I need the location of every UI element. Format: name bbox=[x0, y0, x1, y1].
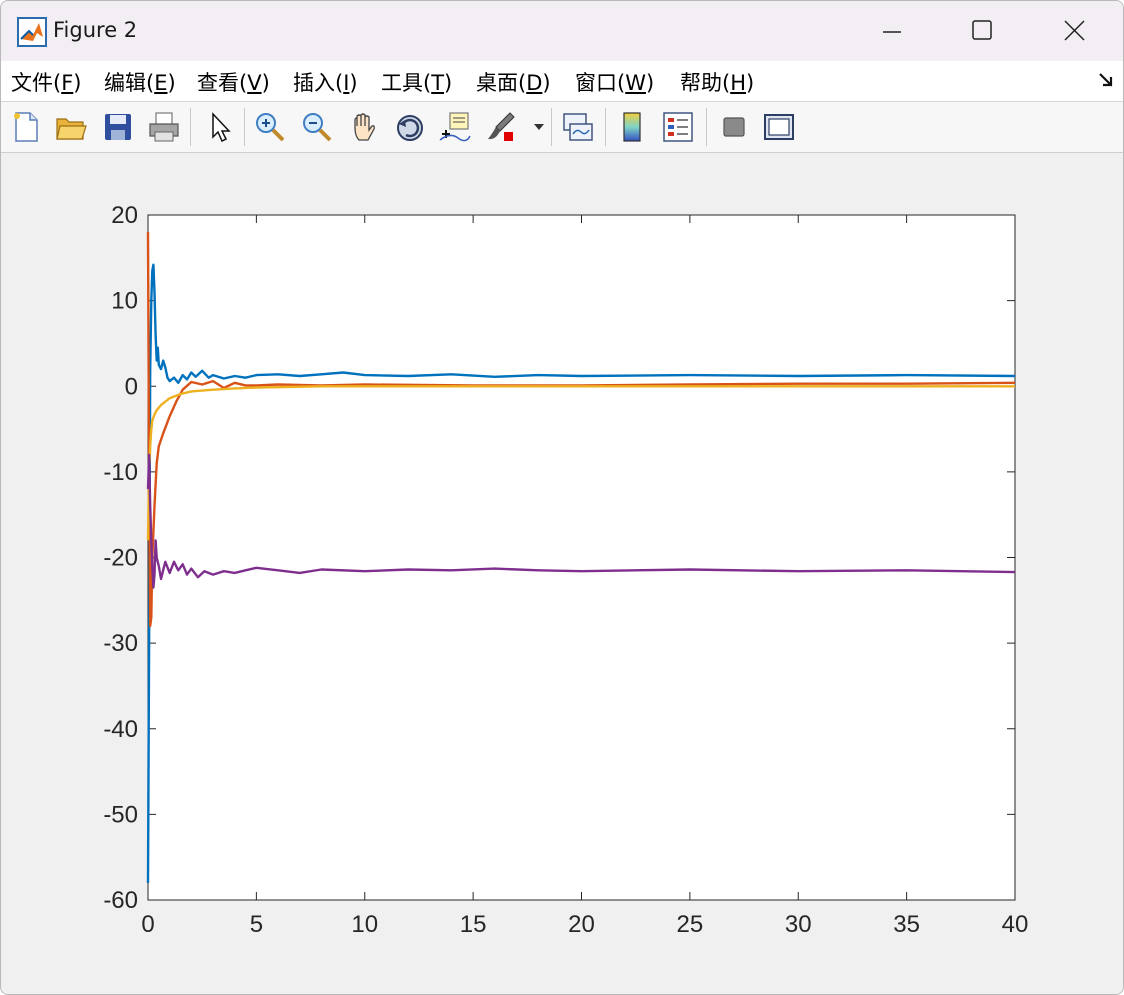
y-tick-label: -60 bbox=[103, 887, 138, 914]
undock-arrow-icon[interactable] bbox=[1097, 71, 1115, 89]
minimize-button[interactable] bbox=[869, 9, 915, 53]
menu-edit[interactable]: 编辑(E) bbox=[104, 67, 176, 97]
y-tick-label: -20 bbox=[103, 545, 138, 572]
link-plot-icon[interactable] bbox=[561, 110, 595, 144]
x-tick-label: 25 bbox=[677, 911, 704, 938]
window-title: Figure 2 bbox=[53, 18, 138, 42]
menu-window[interactable]: 窗口(W) bbox=[575, 67, 654, 97]
print-icon[interactable] bbox=[147, 110, 181, 144]
toolbar-separator bbox=[605, 108, 606, 146]
open-file-icon[interactable] bbox=[54, 110, 88, 144]
y-tick-label: 10 bbox=[111, 288, 138, 315]
matlab-logo-icon bbox=[17, 17, 47, 47]
y-tick-label: -30 bbox=[103, 630, 138, 657]
x-tick-label: 0 bbox=[141, 911, 154, 938]
y-tick-label: 0 bbox=[125, 373, 138, 400]
y-tick-label: -50 bbox=[103, 801, 138, 828]
y-tick-label: -10 bbox=[103, 459, 138, 486]
toolbar-separator bbox=[244, 108, 245, 146]
x-tick-label: 5 bbox=[250, 911, 263, 938]
new-figure-icon[interactable] bbox=[9, 110, 43, 144]
x-tick-label: 40 bbox=[1002, 911, 1029, 938]
toolbar-separator bbox=[190, 108, 191, 146]
pan-icon[interactable] bbox=[347, 110, 381, 144]
data-cursor-icon[interactable] bbox=[438, 110, 472, 144]
title-bar[interactable]: Figure 2 bbox=[1, 1, 1123, 61]
x-tick-label: 10 bbox=[351, 911, 378, 938]
menu-insert[interactable]: 插入(I) bbox=[293, 67, 358, 97]
show-plot-tools-icon[interactable] bbox=[762, 110, 796, 144]
menu-tools[interactable]: 工具(T) bbox=[381, 67, 452, 97]
close-button[interactable] bbox=[1051, 9, 1097, 53]
menu-desktop[interactable]: 桌面(D) bbox=[476, 67, 551, 97]
chevron-down-icon[interactable] bbox=[533, 122, 545, 132]
save-icon[interactable] bbox=[101, 110, 135, 144]
zoom-out-icon[interactable] bbox=[300, 110, 334, 144]
hide-plot-tools-icon[interactable] bbox=[717, 110, 751, 144]
figure-toolbar bbox=[1, 102, 1123, 153]
rotate-3d-icon[interactable] bbox=[393, 110, 427, 144]
maximize-button[interactable] bbox=[959, 9, 1005, 53]
zoom-in-icon[interactable] bbox=[253, 110, 287, 144]
menu-view[interactable]: 查看(V) bbox=[197, 67, 270, 97]
x-tick-label: 30 bbox=[785, 911, 812, 938]
x-tick-label: 20 bbox=[568, 911, 595, 938]
legend-icon[interactable] bbox=[661, 110, 695, 144]
menu-help[interactable]: 帮助(H) bbox=[680, 67, 754, 97]
colorbar-icon[interactable] bbox=[616, 110, 650, 144]
line-plot[interactable]: 0 5 10 15 20 25 30 35 40 -60 -50 -40 -30 -20 -10 0 10 20 bbox=[0, 152, 1122, 993]
y-tick-label: 20 bbox=[111, 202, 138, 229]
menu-bar: 文件(F) 编辑(E) 查看(V) 插入(I) 工具(T) 桌面(D) 窗口(W… bbox=[1, 61, 1123, 102]
menu-file[interactable]: 文件(F) bbox=[11, 67, 82, 97]
pointer-icon[interactable] bbox=[204, 110, 238, 144]
toolbar-separator bbox=[551, 108, 552, 146]
axes-background bbox=[147, 214, 1016, 901]
brush-icon[interactable] bbox=[484, 110, 518, 144]
y-tick-label: -40 bbox=[103, 716, 138, 743]
toolbar-separator bbox=[706, 108, 707, 146]
x-tick-label: 15 bbox=[460, 911, 487, 938]
x-tick-label: 35 bbox=[893, 911, 920, 938]
